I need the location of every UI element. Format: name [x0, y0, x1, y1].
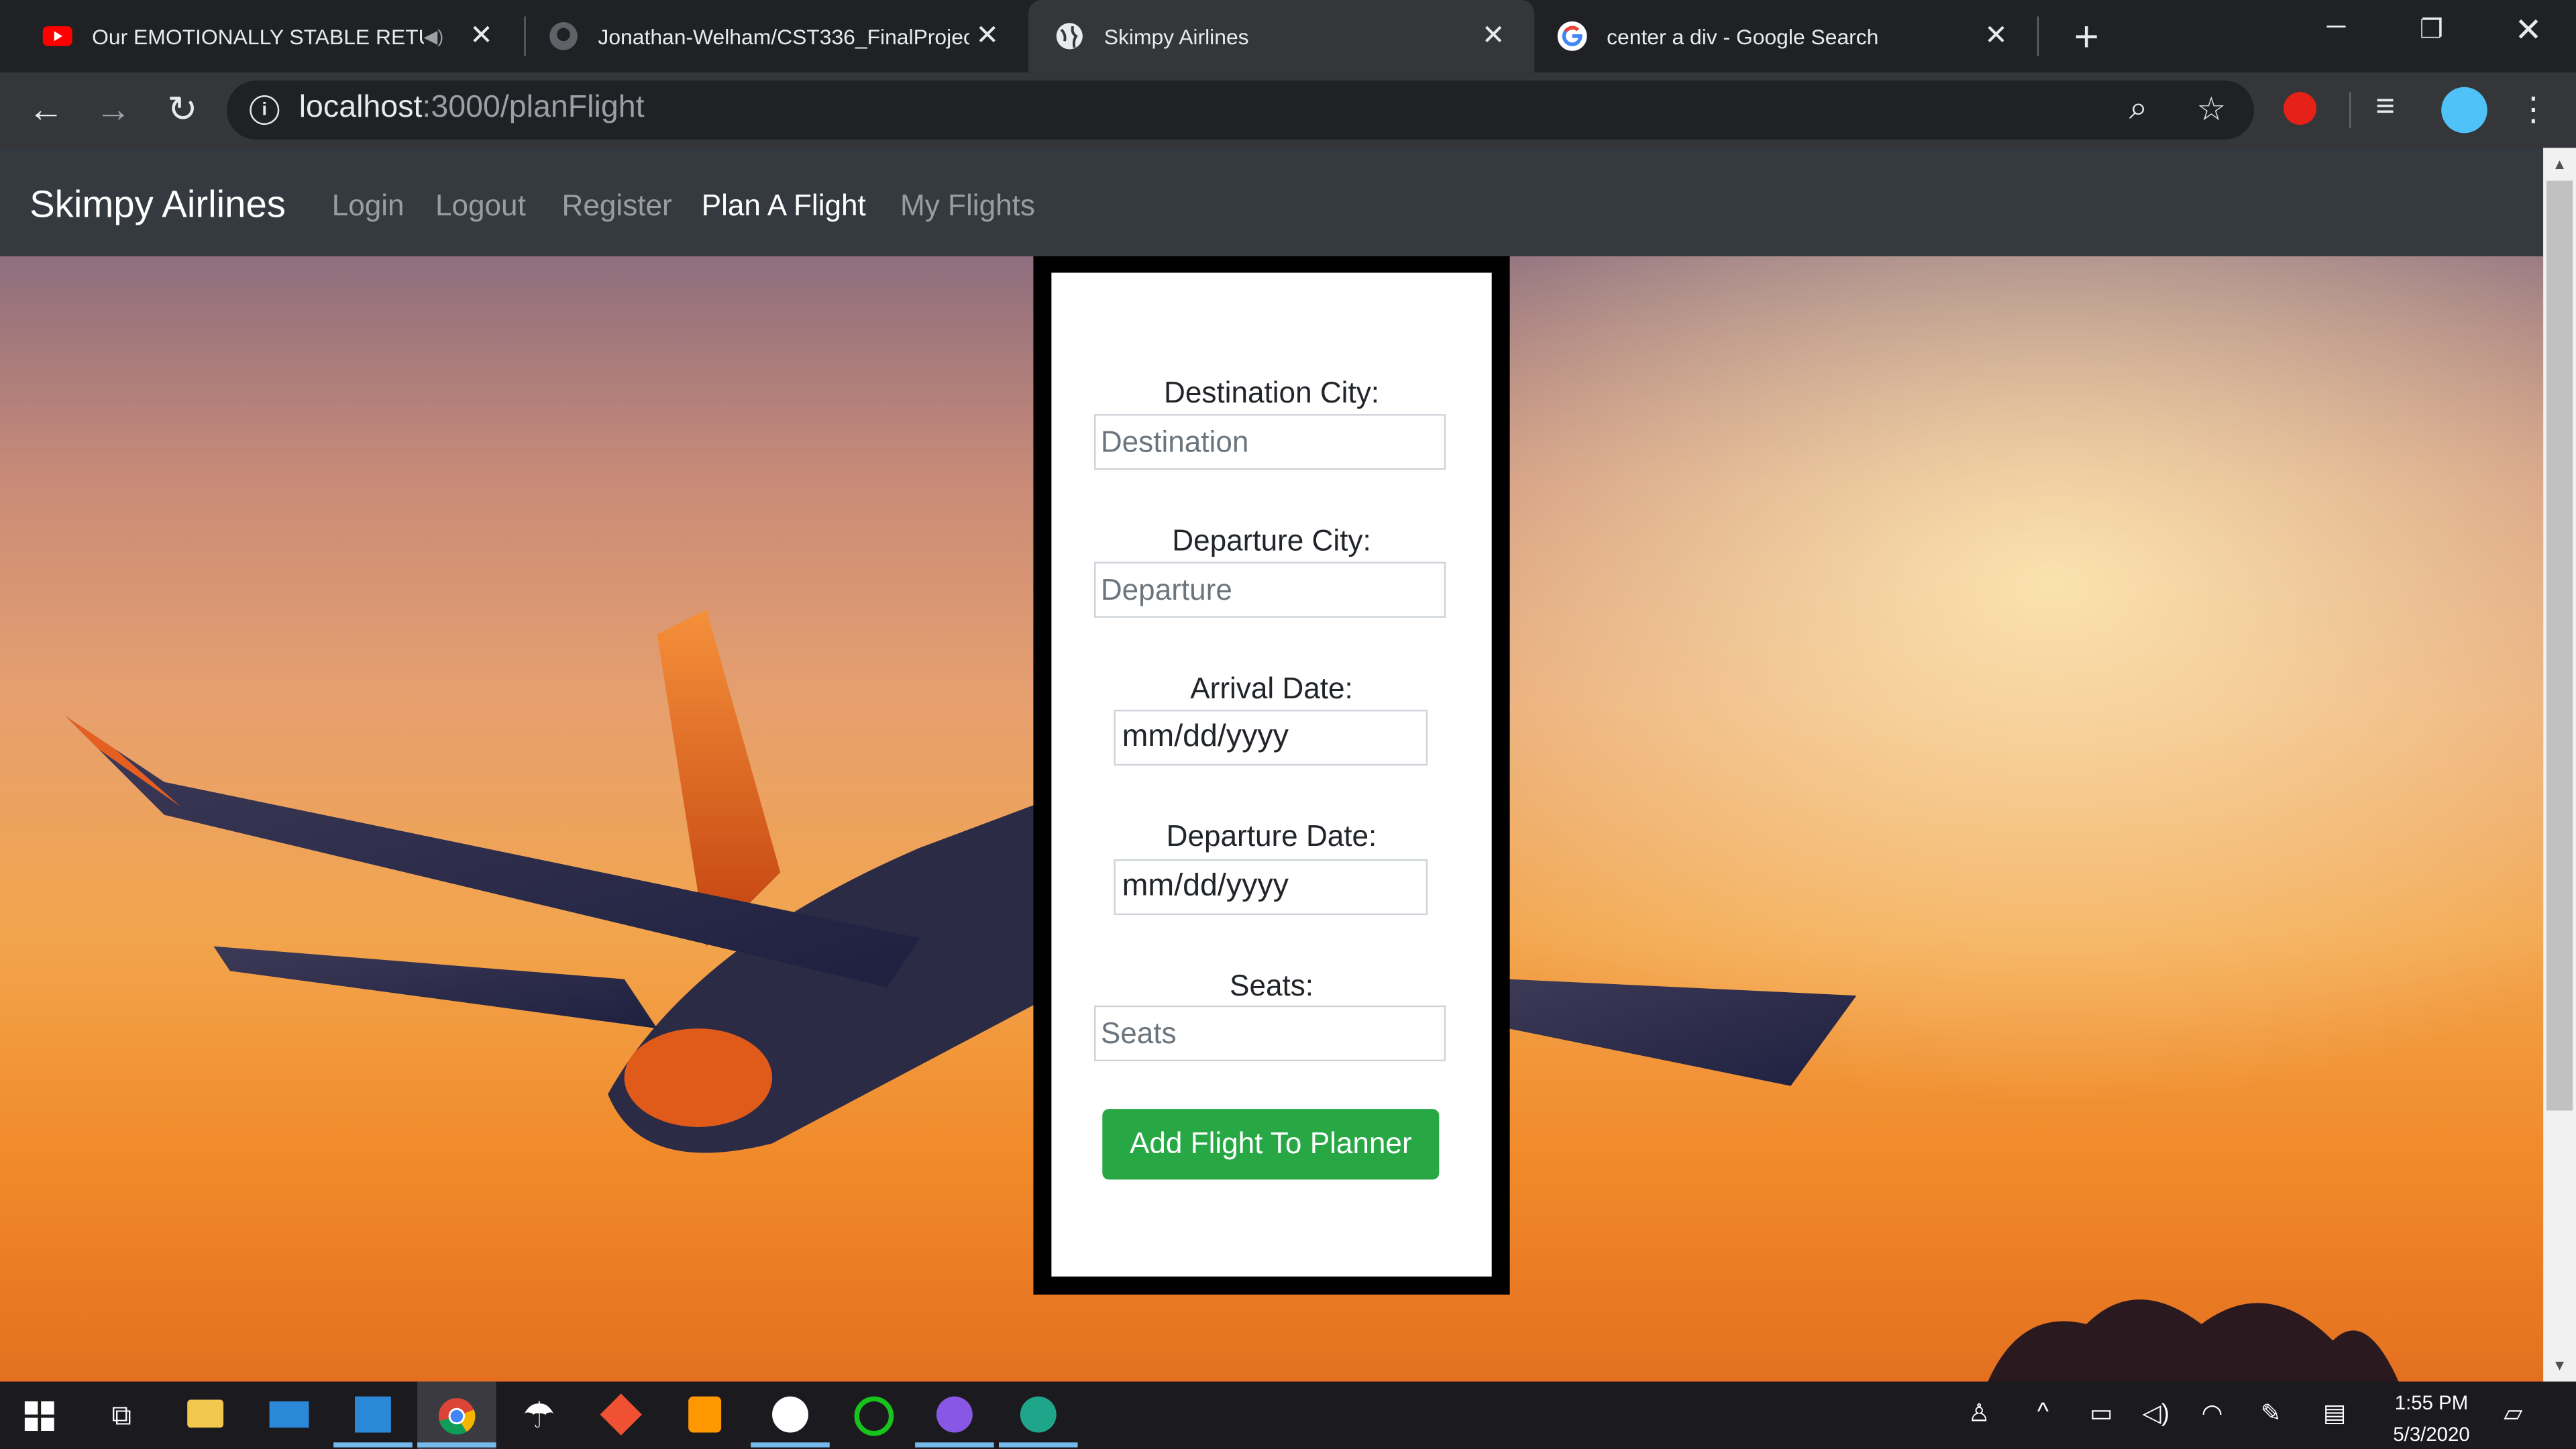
calendar-icon[interactable] — [354, 1396, 391, 1433]
zoom-icon[interactable]: ⌕ — [2129, 91, 2147, 128]
nav-logout[interactable]: Logout — [435, 189, 526, 223]
taskbar-clock[interactable]: 1:55 PM 5/3/2020 — [2385, 1388, 2477, 1449]
pen-icon[interactable]: ✎ — [2261, 1398, 2282, 1428]
keyboard-icon[interactable]: ▤ — [2323, 1398, 2347, 1428]
forward-arrow-icon[interactable]: → — [87, 85, 140, 134]
close-window-icon[interactable]: ✕ — [2496, 10, 2561, 51]
close-tab-icon[interactable]: ✕ — [1978, 19, 2015, 52]
destination-label: Destination City: — [1164, 376, 1380, 409]
tab-github[interactable]: Jonathan-Welham/CST336_FinalProject ✕ — [526, 0, 1028, 72]
departure-date-input[interactable]: mm/dd/yyyy — [1114, 859, 1428, 916]
extension-stop-icon[interactable] — [2284, 92, 2317, 125]
site-brand[interactable]: Skimpy Airlines — [30, 182, 286, 227]
tab-divider — [2037, 16, 2039, 56]
tab-title: Skimpy Airlines — [1104, 23, 1249, 49]
url-path: :3000/planFlight — [422, 90, 645, 125]
close-tab-icon[interactable]: ✕ — [464, 19, 500, 52]
scroll-up-arrow-icon[interactable]: ▲ — [2543, 156, 2576, 172]
github-icon — [549, 22, 578, 50]
file-explorer-icon[interactable] — [187, 1399, 224, 1428]
clock-date: 5/3/2020 — [2393, 1422, 2470, 1446]
tab-title: center a div - Google Search — [1607, 23, 1879, 49]
nav-plan-a-flight[interactable]: Plan A Flight — [702, 189, 866, 223]
clock-time: 1:55 PM — [2394, 1391, 2469, 1415]
tab-google-search[interactable]: center a div - Google Search ✕ — [1534, 0, 2037, 72]
departure-label: Departure City: — [1172, 524, 1371, 557]
toolbar-divider — [2349, 92, 2351, 129]
action-center-icon[interactable]: ▱ — [2504, 1398, 2522, 1428]
speaker-muted-icon[interactable]: ◀) — [424, 25, 444, 46]
departure-date-label: Departure Date: — [1166, 820, 1377, 853]
wifi-icon[interactable]: ◠ — [2202, 1398, 2223, 1428]
mail-icon[interactable] — [269, 1401, 309, 1428]
arrival-date-label: Arrival Date: — [1190, 672, 1353, 705]
taskbar-indicator — [417, 1442, 496, 1448]
google-icon — [1557, 21, 1587, 51]
nav-login[interactable]: Login — [332, 189, 405, 223]
slack-icon[interactable] — [772, 1396, 808, 1433]
seats-input[interactable] — [1094, 1005, 1446, 1062]
new-tab-icon[interactable]: + — [2063, 11, 2110, 62]
seats-label: Seats: — [1230, 969, 1314, 1002]
battery-icon[interactable]: ▭ — [2090, 1398, 2113, 1428]
back-arrow-icon[interactable]: ← — [19, 85, 72, 134]
tab-skimpy-airlines[interactable]: Skimpy Airlines ✕ — [1028, 0, 1535, 72]
destination-input[interactable] — [1094, 414, 1446, 470]
windows-start-icon[interactable] — [24, 1401, 54, 1432]
info-icon[interactable]: i — [250, 95, 280, 125]
scrollbar-thumb[interactable] — [2546, 180, 2573, 1111]
close-tab-icon[interactable]: ✕ — [1475, 19, 1511, 52]
github-desktop-icon[interactable] — [936, 1396, 973, 1433]
minimize-icon[interactable]: ─ — [2303, 13, 2369, 43]
close-tab-icon[interactable]: ✕ — [969, 19, 1006, 52]
taskbar-indicator — [998, 1442, 1078, 1448]
tray-chevron-icon[interactable]: ^ — [2037, 1398, 2049, 1426]
bookmark-star-icon[interactable]: ☆ — [2196, 89, 2226, 129]
scroll-down-arrow-icon[interactable]: ▼ — [2543, 1357, 2576, 1373]
people-icon[interactable]: ♙ — [1968, 1398, 1990, 1428]
chrome-icon[interactable] — [437, 1397, 476, 1436]
media-queue-icon[interactable]: ≡ — [2375, 89, 2395, 126]
task-view-icon[interactable]: ⧉ — [95, 1390, 148, 1442]
arrival-date-input[interactable]: mm/dd/yyyy — [1114, 709, 1428, 766]
taskbar-indicator — [751, 1442, 830, 1448]
sublime-text-icon[interactable] — [688, 1396, 722, 1433]
volume-icon[interactable]: ◁) — [2142, 1398, 2169, 1428]
taskbar-indicator — [333, 1442, 413, 1448]
nav-register[interactable]: Register — [562, 189, 672, 223]
tab-youtube[interactable]: Our EMOTIONALLY STABLE RETUR ◀) ✕ — [0, 0, 523, 72]
taskbar-indicator — [915, 1442, 994, 1448]
nav-my-flights[interactable]: My Flights — [900, 189, 1035, 223]
profile-avatar[interactable] — [2441, 87, 2487, 133]
youtube-icon — [42, 26, 72, 46]
globe-icon — [1056, 23, 1083, 50]
parachute-app-icon[interactable]: ☂ — [513, 1390, 565, 1442]
sync-app-icon[interactable] — [854, 1396, 894, 1436]
url-host: localhost — [299, 90, 423, 125]
app-circle-icon[interactable] — [1020, 1396, 1057, 1433]
departure-input[interactable] — [1094, 561, 1446, 618]
tab-title: Jonathan-Welham/CST336_FinalProject — [598, 23, 969, 49]
page-viewport: Skimpy Airlines Login Logout Register Pl… — [0, 148, 2544, 1382]
menu-kebab-icon[interactable]: ⋮ — [2517, 89, 2550, 129]
restore-icon[interactable]: ❐ — [2399, 13, 2465, 46]
tab-title: Our EMOTIONALLY STABLE RETUR — [92, 23, 424, 49]
url-text[interactable]: localhost:3000/planFlight — [299, 91, 645, 127]
reload-icon[interactable]: ↻ — [156, 85, 209, 134]
add-flight-button[interactable]: Add Flight To Planner — [1102, 1109, 1440, 1180]
